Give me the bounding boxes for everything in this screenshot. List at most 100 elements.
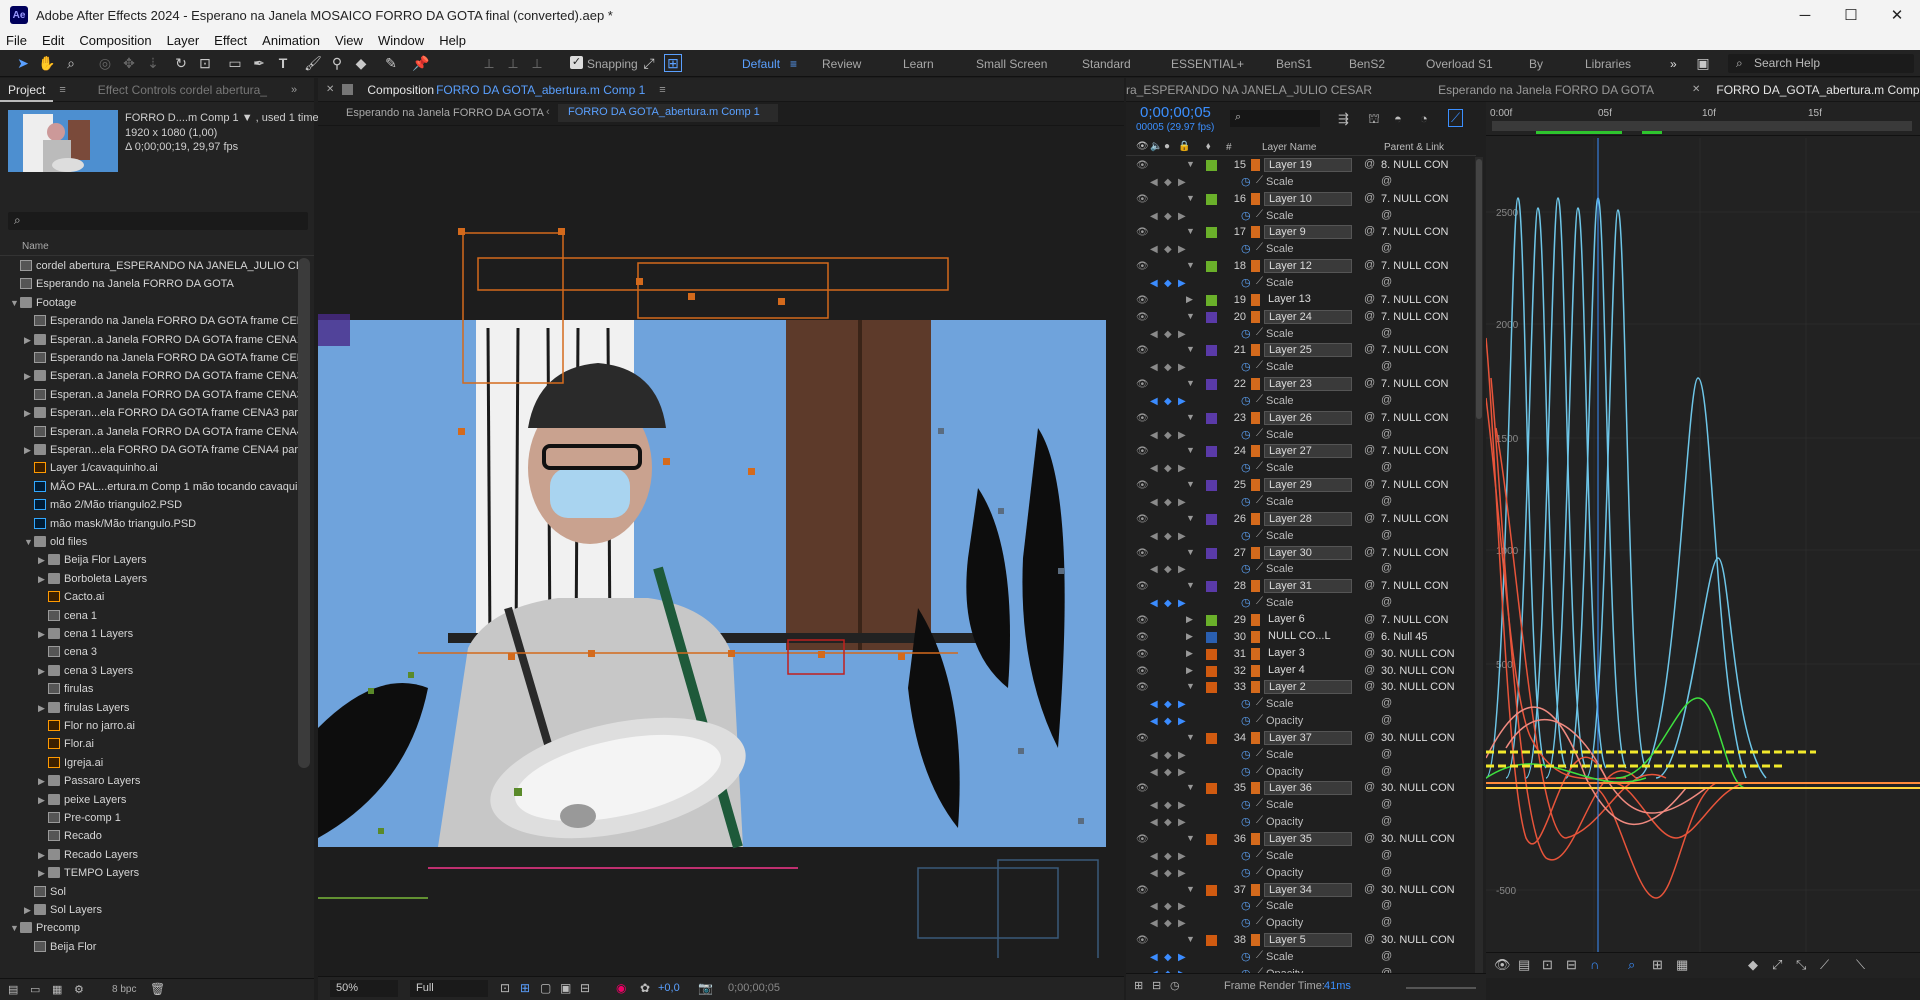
next-keyframe-icon[interactable]: ▶ [1178, 211, 1186, 222]
motion-blur-icon[interactable]: ◔ [1420, 111, 1428, 126]
property-row[interactable]: ◀ ◆ ▶ ◷ ⟋ Scale @ [1126, 949, 1474, 966]
parent-dropdown[interactable]: 7. NULL CON [1381, 377, 1465, 391]
property-row[interactable]: ◀ ◆ ▶ ◷ ⟋ Scale @ [1126, 393, 1474, 410]
twirl-arrow-icon[interactable]: ▶ [1186, 631, 1193, 642]
next-keyframe-icon[interactable]: ▶ [1178, 278, 1186, 289]
next-keyframe-icon[interactable]: ▶ [1178, 750, 1186, 761]
expression-pickwhip-icon[interactable]: @ [1381, 428, 1392, 440]
pickwhip-icon[interactable]: @ [1364, 647, 1375, 659]
next-keyframe-icon[interactable]: ▶ [1178, 918, 1186, 929]
keyframe-toggle-icon[interactable]: ◆ [1164, 430, 1172, 441]
visibility-eye-icon[interactable]: 👁 [1136, 160, 1149, 171]
label-color-swatch[interactable] [1206, 379, 1217, 391]
workspace-overload[interactable]: Overload S1 [1426, 57, 1493, 71]
project-item[interactable]: cordel abertura_ESPERANDO NA JANELA_JULI… [0, 257, 298, 275]
next-keyframe-icon[interactable]: ▶ [1178, 497, 1186, 508]
expand-arrow-icon[interactable]: ▶ [24, 331, 34, 349]
pickwhip-icon[interactable]: @ [1364, 579, 1375, 591]
pickwhip-icon[interactable]: @ [1364, 731, 1375, 743]
property-row[interactable]: ◀ ◆ ▶ ◷ ⟋Opacity @ [1126, 814, 1474, 831]
layer-name[interactable]: Layer 12 [1264, 259, 1352, 274]
project-item[interactable]: ▶ Borboleta Layers [0, 570, 298, 588]
next-keyframe-icon[interactable]: ▶ [1178, 564, 1186, 575]
label-color-swatch[interactable] [1206, 682, 1217, 694]
show-properties-icon[interactable]: 👁 [1494, 957, 1511, 973]
project-item[interactable]: Sol [0, 883, 298, 901]
composition-viewer[interactable] [318, 128, 1124, 958]
settings-icon[interactable]: ⚙ [74, 983, 84, 996]
layer-name[interactable]: Layer 10 [1264, 191, 1352, 206]
project-item[interactable]: Beija Flor [0, 938, 298, 956]
stopwatch-icon[interactable]: ◷ [1241, 748, 1251, 761]
viewer-timecode[interactable]: 0;00;00;05 [728, 982, 780, 994]
expand-arrow-icon[interactable]: ▶ [38, 772, 48, 790]
convert-auto-bezier-icon[interactable]: ⤡ [1796, 957, 1806, 973]
delete-icon[interactable]: 🗑 [150, 982, 165, 996]
layer-row[interactable]: 👁 ▼ 22 Layer 23 @7. NULL CON [1126, 376, 1474, 393]
layer-name[interactable]: Layer 5 [1264, 933, 1352, 948]
pickwhip-icon[interactable]: @ [1364, 259, 1375, 271]
pickwhip-icon[interactable]: @ [1364, 933, 1375, 945]
layer-row[interactable]: 👁 ▼ 37 Layer 34 @30. NULL CON [1126, 882, 1474, 899]
prev-keyframe-icon[interactable]: ◀ [1150, 851, 1158, 862]
project-item[interactable]: ▼ old files [0, 533, 298, 551]
label-color-swatch[interactable] [1206, 345, 1217, 357]
parent-dropdown[interactable]: 7. NULL CON [1381, 512, 1465, 526]
parent-dropdown[interactable]: 30. NULL CON [1381, 883, 1465, 897]
property-row[interactable]: ◀ ◆ ▶ ◷ ⟋ Scale @ [1126, 241, 1474, 258]
visibility-eye-icon[interactable]: 👁 [1136, 834, 1149, 845]
pickwhip-icon[interactable]: @ [1364, 630, 1375, 642]
menu-composition[interactable]: Composition [79, 33, 151, 48]
visibility-eye-icon[interactable]: 👁 [1136, 261, 1149, 272]
twirl-arrow-icon[interactable]: ▼ [1186, 547, 1195, 557]
expression-pickwhip-icon[interactable]: @ [1381, 748, 1392, 760]
puppet-tool-icon[interactable]: 📌 [412, 54, 430, 72]
twirl-arrow-icon[interactable]: ▼ [1186, 193, 1195, 203]
twirl-arrow-icon[interactable]: ▼ [1186, 378, 1195, 388]
parent-dropdown[interactable]: 7. NULL CON [1381, 293, 1465, 307]
expand-arrow-icon[interactable]: ▼ [10, 919, 20, 937]
prev-keyframe-icon[interactable]: ◀ [1150, 497, 1158, 508]
expand-arrow-icon[interactable]: ▶ [38, 551, 48, 569]
property-row[interactable]: ◀ ◆ ▶ ◷ ⟋ Scale @ [1126, 747, 1474, 764]
expression-pickwhip-icon[interactable]: @ [1381, 495, 1392, 507]
prev-keyframe-icon[interactable]: ◀ [1150, 564, 1158, 575]
expression-pickwhip-icon[interactable]: @ [1381, 697, 1392, 709]
expand-arrow-icon[interactable]: ▶ [24, 441, 34, 459]
graph-toggle-icon[interactable]: ⟋ [1256, 360, 1263, 371]
expression-pickwhip-icon[interactable]: @ [1381, 596, 1392, 608]
property-row[interactable]: ◀ ◆ ▶ ◷ ⟋ Scale @ [1126, 561, 1474, 578]
keyframe-icon[interactable]: ◆ [1748, 957, 1758, 973]
project-item[interactable]: Flor no jarro.ai [0, 717, 298, 735]
pickwhip-icon[interactable]: @ [1364, 478, 1375, 490]
parent-dropdown[interactable]: 7. NULL CON [1381, 225, 1465, 239]
stopwatch-icon[interactable]: ◷ [1241, 950, 1251, 963]
pickwhip-icon[interactable]: @ [1364, 664, 1375, 676]
visibility-eye-icon[interactable]: 👁 [1136, 379, 1149, 390]
pickwhip-icon[interactable]: @ [1364, 192, 1375, 204]
label-color-swatch[interactable] [1206, 665, 1217, 677]
project-item[interactable]: Flor.ai [0, 735, 298, 753]
next-keyframe-icon[interactable]: ▶ [1178, 716, 1186, 727]
label-color-swatch[interactable] [1206, 631, 1217, 643]
expression-pickwhip-icon[interactable]: @ [1381, 916, 1392, 928]
visibility-eye-icon[interactable]: 👁 [1136, 446, 1149, 457]
project-item[interactable]: Esperando na Janela FORRO DA GOTA [0, 275, 298, 293]
visibility-eye-icon[interactable]: 👁 [1136, 345, 1149, 356]
pickwhip-icon[interactable]: @ [1364, 832, 1375, 844]
expression-pickwhip-icon[interactable]: @ [1381, 866, 1392, 878]
layer-name[interactable]: Layer 30 [1264, 545, 1352, 560]
graph-toggle-icon[interactable]: ⟋ [1256, 209, 1263, 220]
layer-name[interactable]: Layer 36 [1264, 781, 1352, 796]
menu-layer[interactable]: Layer [167, 33, 200, 48]
project-item[interactable]: ▶ Passaro Layers [0, 772, 298, 790]
keyframe-toggle-icon[interactable]: ◆ [1164, 800, 1172, 811]
magnet-icon[interactable]: ∩ [1590, 957, 1599, 972]
close-tab-icon[interactable]: ✕ [318, 78, 342, 102]
property-row[interactable]: ◀ ◆ ▶ ◷ ⟋ Scale @ [1126, 696, 1474, 713]
parent-dropdown[interactable]: 7. NULL CON [1381, 546, 1465, 560]
graph-toggle-icon[interactable]: ⟋ [1256, 394, 1263, 405]
next-keyframe-icon[interactable]: ▶ [1178, 817, 1186, 828]
workspace-overflow-icon[interactable]: » [1670, 57, 1677, 71]
graph-toggle-icon[interactable]: ⟋ [1256, 562, 1263, 573]
